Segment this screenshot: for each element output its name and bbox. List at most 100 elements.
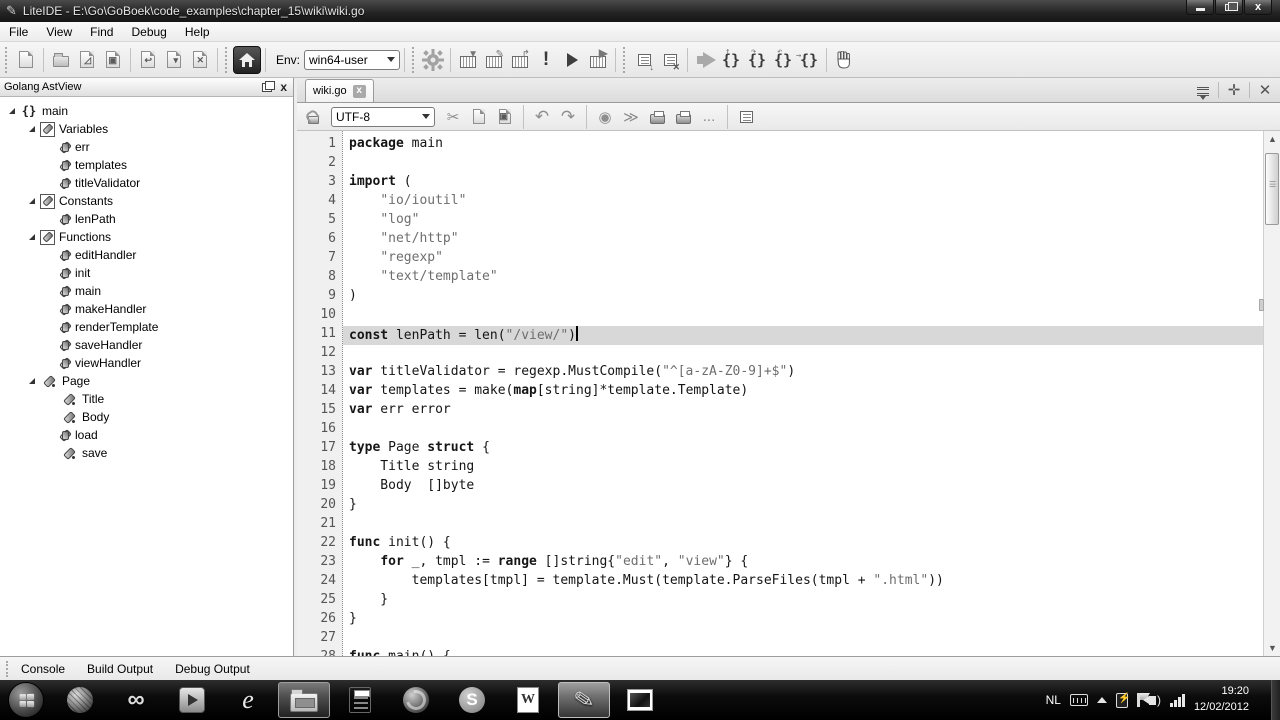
new-file-button[interactable] [13, 47, 39, 73]
keyboard-icon[interactable] [1070, 694, 1088, 706]
restore-button[interactable] [1215, 0, 1243, 15]
tree-item-err[interactable]: err [0, 138, 293, 156]
taskbar-word[interactable]: W [502, 682, 554, 718]
tree-item-init[interactable]: init [0, 264, 293, 282]
open-folder-button[interactable] [48, 47, 74, 73]
tab-close-icon[interactable]: x [353, 85, 366, 98]
more-button[interactable]: ... [697, 106, 721, 128]
split-add-button[interactable]: ✛ [1223, 81, 1245, 99]
taskbar-photo-viewer[interactable] [614, 682, 666, 718]
tree-item-titleValidator[interactable]: titleValidator [0, 174, 293, 192]
menu-debug[interactable]: Debug [122, 23, 175, 41]
output-grip[interactable] [6, 661, 11, 677]
output-tab-debug-output[interactable]: Debug Output [175, 662, 250, 676]
toolbar-grip[interactable] [412, 47, 417, 73]
tab-wiki-go[interactable]: wiki.go x [305, 79, 374, 102]
match-brace-button[interactable]: {}→ [796, 47, 822, 73]
undo-button[interactable]: ↶ [530, 106, 554, 128]
print-preview-button[interactable] [671, 106, 695, 128]
tree-item-Constants[interactable]: Constants [0, 192, 293, 210]
taskbar-skype[interactable]: S [446, 682, 498, 718]
play-macro-button[interactable]: ≫ [619, 106, 643, 128]
taskbar-liteide[interactable]: ✎ [558, 682, 610, 718]
tree-item-lenPath[interactable]: lenPath [0, 210, 293, 228]
output-tab-build-output[interactable]: Build Output [87, 662, 153, 676]
save-project-button[interactable]: ▣ [100, 47, 126, 73]
tree-item-Functions[interactable]: Functions [0, 228, 293, 246]
tree-item-editHandler[interactable]: editHandler [0, 246, 293, 264]
env-combobox[interactable]: win64-user [304, 50, 400, 70]
tree-item-Title[interactable]: Title [0, 390, 293, 408]
options-button[interactable] [420, 47, 446, 73]
print-button[interactable] [645, 106, 669, 128]
redo-button[interactable]: ↷ [556, 106, 580, 128]
taskbar-windows-explorer[interactable] [278, 682, 330, 718]
code-lines[interactable]: package mainimport ( "io/ioutil" "log" "… [343, 131, 1263, 656]
expander-icon[interactable] [26, 230, 40, 244]
toolbar-grip[interactable] [5, 47, 10, 73]
vertical-scrollbar[interactable]: ▲ ▼ [1263, 131, 1280, 656]
install-button[interactable]: ↱ [507, 47, 533, 73]
hidden-icons-arrow[interactable] [1097, 697, 1107, 703]
build-button[interactable]: ▼ [455, 47, 481, 73]
taskbar-internet-explorer[interactable]: e [222, 682, 274, 718]
menu-help[interactable]: Help [176, 23, 219, 41]
taskbar-media-player[interactable] [166, 682, 218, 718]
network-signal-icon[interactable] [1170, 693, 1185, 707]
menu-view[interactable]: View [37, 23, 81, 41]
action-center-flag-icon[interactable] [1137, 693, 1140, 707]
expander-icon[interactable] [6, 104, 20, 118]
file-list-button[interactable] [1192, 81, 1214, 99]
close-panel-icon[interactable]: x [280, 81, 287, 93]
export-doc-button[interactable]: ↓ [631, 47, 657, 73]
tree-item-makeHandler[interactable]: makeHandler [0, 300, 293, 318]
show-desktop-button[interactable] [1271, 680, 1280, 720]
close-editor-button[interactable]: ✕ [1254, 81, 1276, 99]
tree-item-Variables[interactable]: Variables [0, 120, 293, 138]
start-button[interactable] [8, 682, 44, 718]
toolbar-grip[interactable] [225, 47, 230, 73]
output-tab-console[interactable]: Console [21, 662, 65, 676]
expander-icon[interactable] [26, 374, 40, 388]
reload-file-button[interactable]: ↩ [135, 47, 161, 73]
volume-icon[interactable] [1149, 696, 1156, 705]
jump-block-end-button[interactable]: {}↷ [744, 47, 770, 73]
tree-item-save[interactable]: save [0, 444, 293, 462]
copy-button[interactable] [467, 106, 491, 128]
minimize-button[interactable] [1186, 0, 1214, 15]
ast-tree[interactable]: {}mainVariableserrtemplatestitleValidato… [0, 97, 293, 656]
pause-button[interactable] [831, 47, 857, 73]
scrollbar-thumb[interactable] [1265, 153, 1279, 225]
clear-doc-button[interactable]: ✕ [657, 47, 683, 73]
tree-item-renderTemplate[interactable]: renderTemplate [0, 318, 293, 336]
build-file-button[interactable]: ✎ [481, 47, 507, 73]
title-bar[interactable]: ✎ LiteIDE - E:\Go\GoBoek\code_examples\c… [0, 0, 1280, 22]
stop-error-button[interactable]: ! [533, 47, 559, 73]
power-icon[interactable] [1116, 693, 1128, 708]
tree-item-Page[interactable]: Page [0, 372, 293, 390]
menu-find[interactable]: Find [81, 23, 122, 41]
tree-item-viewHandler[interactable]: viewHandler [0, 354, 293, 372]
select-block-button[interactable]: {}↶ [770, 47, 796, 73]
record-macro-button[interactable]: ◉ [593, 106, 617, 128]
expander-icon[interactable] [26, 122, 40, 136]
debug-run-button[interactable]: ▶ [585, 47, 611, 73]
encoding-combobox[interactable]: UTF-8 [331, 107, 435, 127]
expander-icon[interactable] [26, 194, 40, 208]
taskbar-firefox[interactable] [390, 682, 442, 718]
tree-item-main[interactable]: main [0, 282, 293, 300]
tree-item-main[interactable]: {}main [0, 102, 293, 120]
lock-button[interactable] [301, 106, 325, 128]
close-button[interactable]: x [1244, 0, 1272, 15]
paste-button[interactable]: ▣ [493, 106, 517, 128]
goto-button[interactable] [692, 47, 718, 73]
taskbar-expression[interactable]: ∞ [110, 682, 162, 718]
file-info-button[interactable] [734, 106, 758, 128]
tree-item-load[interactable]: load [0, 426, 293, 444]
tree-item-templates[interactable]: templates [0, 156, 293, 174]
close-file-button[interactable]: ✕ [187, 47, 213, 73]
tree-item-Body[interactable]: Body [0, 408, 293, 426]
scroll-up-arrow[interactable]: ▲ [1264, 131, 1280, 147]
cut-button[interactable]: ✂ [441, 106, 465, 128]
language-indicator[interactable]: NL [1046, 693, 1061, 707]
